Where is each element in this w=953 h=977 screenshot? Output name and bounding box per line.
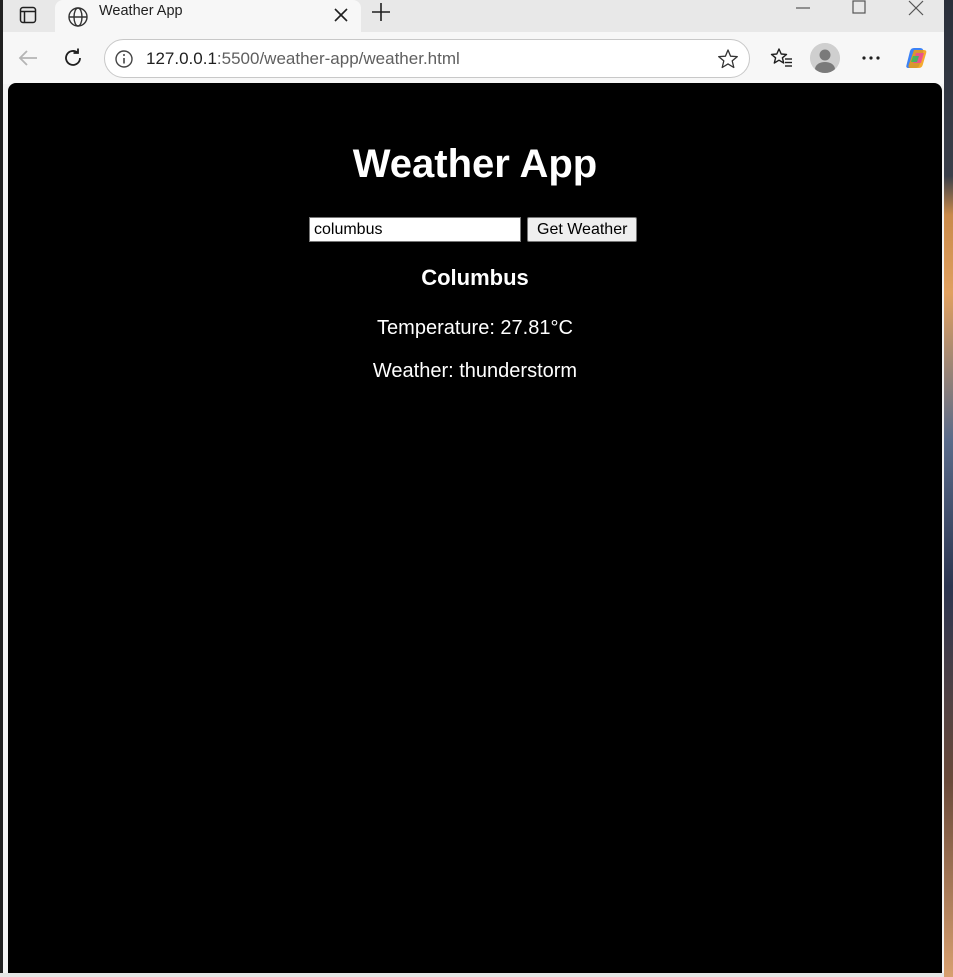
minimize-button[interactable] — [788, 0, 818, 22]
avatar-icon — [810, 43, 840, 73]
favorites-icon — [770, 48, 792, 67]
info-icon[interactable] — [114, 49, 134, 69]
tab-weather-app[interactable]: Weather App — [55, 0, 361, 32]
browser-toolbar: 127.0.0.1:5500/weather-app/weather.html — [3, 32, 944, 84]
desktop-background-right — [943, 0, 953, 977]
tab-title: Weather App — [99, 3, 183, 19]
new-tab-button[interactable] — [367, 0, 395, 26]
favorite-star-icon[interactable] — [717, 48, 739, 70]
temperature-text: Temperature: 27.81°C — [377, 317, 573, 339]
back-button[interactable] — [14, 44, 42, 72]
address-url: 127.0.0.1:5500/weather-app/weather.html — [146, 49, 460, 69]
maximize-button[interactable] — [844, 0, 874, 22]
city-name: Columbus — [421, 265, 529, 290]
window-close-button[interactable] — [901, 0, 931, 22]
address-bar[interactable]: 127.0.0.1:5500/weather-app/weather.html — [104, 39, 750, 78]
weather-description: Weather: thunderstorm — [372, 360, 578, 382]
page-title: Weather App — [352, 142, 598, 186]
tab-close-icon[interactable] — [330, 4, 352, 26]
back-arrow-icon — [18, 50, 37, 66]
favorites-button[interactable] — [768, 44, 796, 72]
search-form: Get Weather — [309, 217, 638, 243]
reload-icon — [65, 48, 81, 66]
profile-avatar[interactable] — [810, 43, 840, 73]
tab-strip: Weather App — [3, 0, 944, 32]
more-button[interactable] — [857, 44, 885, 72]
city-input[interactable] — [309, 217, 521, 242]
get-weather-button[interactable]: Get Weather — [527, 217, 638, 242]
reload-button[interactable] — [59, 44, 87, 72]
browser-window: Weather App 127.0.0.1:5500/weather-app/w… — [3, 0, 944, 977]
tab-actions-icon — [19, 6, 37, 24]
copilot-icon — [906, 48, 927, 68]
window-bottom-border — [0, 973, 944, 977]
globe-icon — [68, 7, 88, 27]
more-icon — [862, 56, 880, 60]
copilot-button[interactable] — [903, 44, 931, 72]
page-viewport: Weather App Get Weather Columbus Tempera… — [8, 83, 942, 973]
tab-actions-button[interactable] — [11, 2, 45, 28]
url-host: 127.0.0.1 — [146, 49, 217, 68]
url-path: :5500/weather-app/weather.html — [216, 49, 460, 68]
